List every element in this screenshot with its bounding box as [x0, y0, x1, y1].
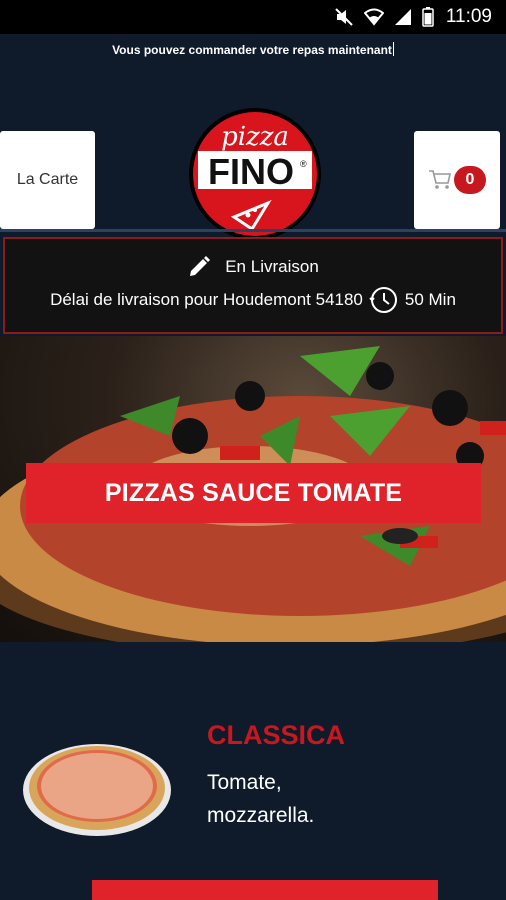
pencil-icon	[190, 256, 211, 276]
product-card[interactable]: CLASSICA Tomate, mozzarella.	[0, 642, 506, 900]
category-banner: PIZZAS SAUCE TOMATE	[26, 463, 481, 523]
status-time: 11:09	[445, 6, 492, 27]
battery-icon	[422, 7, 434, 27]
cart-count-badge: 0	[454, 166, 486, 194]
pizza-fino-logo[interactable]: pizza FINO ®	[188, 107, 322, 241]
add-to-cart-button[interactable]	[92, 880, 438, 900]
delivery-delay-row: Délai de livraison pour Houdemont 54180 …	[5, 285, 501, 315]
delivery-delay-value: 50 Min	[404, 290, 456, 309]
signal-icon	[394, 9, 411, 25]
logo-bottom-text: FINO	[208, 151, 294, 192]
delivery-mode: En Livraison	[225, 257, 319, 276]
header-divider	[0, 229, 506, 232]
product-image	[23, 744, 171, 836]
menu-button-label: La Carte	[16, 171, 79, 188]
delivery-mode-row: En Livraison	[5, 255, 501, 279]
announcement-banner: Vous pouvez commander votre repas mainte…	[0, 42, 506, 57]
wifi-icon	[363, 8, 384, 26]
cart-icon	[429, 170, 451, 189]
delivery-info[interactable]: En Livraison Délai de livraison pour Hou…	[3, 237, 503, 334]
announcement-text: Vous pouvez commander votre repas mainte…	[112, 43, 392, 57]
text-caret	[392, 42, 394, 56]
status-bar: 11:09	[0, 0, 506, 34]
menu-button[interactable]: La Carte	[0, 131, 95, 229]
product-name: CLASSICA	[207, 720, 346, 750]
logo-top-text: pizza	[221, 122, 289, 152]
product-description: Tomate, mozzarella.	[207, 771, 315, 827]
logo-trademark: ®	[300, 159, 307, 169]
cart-button[interactable]: 0	[414, 131, 500, 229]
delivery-delay-label: Délai de livraison pour Houdemont 54180	[50, 290, 363, 309]
header: Vous pouvez commander votre repas mainte…	[0, 34, 506, 240]
mute-icon	[335, 8, 353, 26]
category-hero[interactable]: PIZZAS SAUCE TOMATE	[0, 336, 506, 642]
clock-icon	[369, 287, 397, 313]
